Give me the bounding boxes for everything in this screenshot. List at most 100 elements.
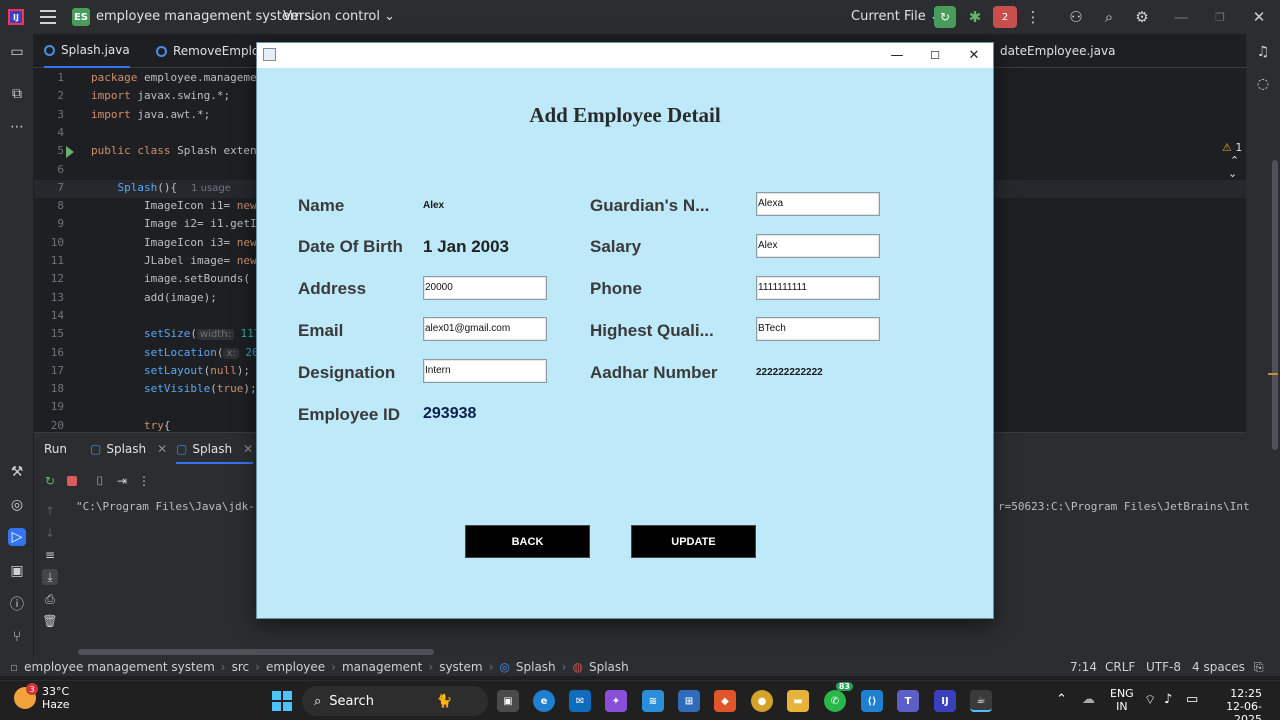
problems-icon[interactable]: ⓘ (8, 595, 26, 613)
git-icon[interactable]: ⑂ (8, 628, 26, 646)
indent-setting[interactable]: 4 spaces (1192, 660, 1245, 674)
code-line[interactable]: setSize(width: 117 (91, 327, 260, 341)
clock[interactable]: 12:25 12-06-2025 (1212, 687, 1262, 720)
more-options-icon[interactable]: ⋮ (136, 473, 152, 489)
file-explorer-icon[interactable]: ▬ (787, 690, 809, 712)
tray-overflow-chevron-icon[interactable]: ⌃ (1056, 692, 1067, 707)
language-indicator[interactable]: ENG IN (1110, 687, 1134, 713)
notifications-bell-icon[interactable]: ♫ (1254, 43, 1272, 61)
address-field[interactable]: 20000 (423, 276, 547, 300)
code-line[interactable]: JLabel image= new (91, 254, 257, 267)
code-line[interactable]: setVisible(true); (91, 382, 257, 395)
settings-gear-icon[interactable]: ⚙ (1133, 8, 1151, 26)
weather-widget[interactable]: 3 33°C Haze (14, 683, 70, 711)
rerun-icon[interactable]: ↻ (934, 6, 956, 28)
stop-icon[interactable] (64, 473, 80, 489)
code-line[interactable]: package employee.manageme (91, 71, 257, 84)
usage-hint[interactable]: 1 usage (191, 183, 231, 194)
edge-browser-icon[interactable]: e (533, 690, 555, 712)
crumb-method[interactable]: Splash (589, 660, 629, 674)
more-actions-icon[interactable]: ⋮ (1024, 8, 1042, 26)
mysql-icon[interactable]: ≋ (642, 690, 664, 712)
run-tool-icon[interactable]: ▷ (8, 528, 26, 546)
code-line[interactable]: Image i2= i1.getI (91, 217, 257, 230)
close-icon[interactable]: ✕ (157, 442, 167, 456)
update-button[interactable]: UPDATE (631, 525, 756, 558)
crumb-src[interactable]: src (232, 660, 250, 674)
code-line[interactable]: setLocation(x: 20 (91, 346, 259, 359)
crumb-project[interactable]: employee management system (24, 660, 215, 674)
version-control-menu[interactable]: Version control ⌄ (283, 9, 395, 24)
teams-icon[interactable]: T (897, 690, 919, 712)
print-icon[interactable]: ⎙ (42, 591, 58, 607)
code-line[interactable]: import javax.swing.*; (91, 89, 230, 102)
tab-splash-java[interactable]: Splash.java (44, 34, 130, 68)
outlook-icon[interactable]: ✉ (569, 690, 591, 712)
inspection-widget[interactable]: ⚠ 1 ⌃ ⌄ (1222, 141, 1246, 180)
crumb-management[interactable]: management (342, 660, 422, 674)
close-icon[interactable]: ✕ (1250, 8, 1268, 26)
arrow-down-icon[interactable]: ↓ (42, 525, 58, 541)
phone-field[interactable]: 1111111111 (756, 276, 880, 300)
dialog-minimize-icon[interactable]: — (887, 45, 907, 65)
more-tools-icon[interactable]: ⋯ (8, 118, 26, 136)
code-line[interactable]: try{ (91, 419, 171, 432)
project-folder-icon[interactable]: ▭ (8, 43, 26, 61)
run-config-selector[interactable]: Current File ⌄ (851, 9, 941, 24)
windows-start-icon[interactable] (272, 691, 292, 711)
lock-icon[interactable]: ⎘ (1254, 660, 1264, 675)
project-badge[interactable]: ES (72, 8, 90, 26)
trash-icon[interactable]: 🗑 (42, 613, 58, 629)
copilot-icon[interactable]: ✦ (605, 690, 627, 712)
search-icon[interactable]: ⌕ (1100, 8, 1118, 26)
run-tab-splash-2[interactable]: ▢ Splash ✕ (176, 442, 254, 464)
code-line[interactable]: Splash(){1 usage (91, 181, 231, 194)
onedrive-off-icon[interactable]: ☁ (1082, 692, 1095, 707)
structure-icon[interactable]: ⧉ (8, 85, 26, 103)
main-menu-icon[interactable] (40, 10, 56, 24)
designation-field[interactable]: Intern (423, 359, 547, 383)
guardian-name-field[interactable]: Alexa (756, 192, 880, 216)
debug-icon[interactable]: ✱ (966, 8, 984, 26)
code-line[interactable]: import java.awt.*; (91, 108, 210, 121)
code-line[interactable]: add(image); (91, 291, 217, 304)
intellij-taskbar-icon[interactable]: IJ (934, 690, 956, 712)
taskbar-search[interactable]: ⌕ Search 🐈 (302, 686, 488, 716)
wifi-icon[interactable]: ⌔ (1144, 692, 1156, 708)
chrome-icon[interactable]: ● (751, 690, 773, 712)
rerun-icon[interactable]: ↻ (42, 473, 58, 489)
salary-field[interactable]: Alex (756, 234, 880, 258)
battery-icon[interactable]: ▭ (1186, 692, 1198, 707)
dialog-maximize-icon[interactable]: ☐ (925, 45, 945, 65)
task-view-icon[interactable]: ▣ (497, 690, 519, 712)
soft-wrap-icon[interactable]: ≡ (42, 547, 58, 563)
volume-icon[interactable]: ♪ (1164, 692, 1172, 707)
scroll-to-end-icon[interactable]: ⤓ (42, 569, 58, 585)
close-icon[interactable]: ✕ (243, 442, 253, 456)
code-line[interactable]: image.setBounds( (91, 272, 250, 285)
code-line[interactable]: public class Splash exten (91, 144, 257, 157)
chevron-down-icon[interactable]: ⌄ (1228, 167, 1237, 180)
code-line[interactable]: ImageIcon i1= new (91, 199, 257, 212)
screenshot-icon[interactable]: ⌷ (92, 473, 108, 489)
console-horizontal-scrollbar[interactable] (78, 649, 434, 655)
email-field[interactable]: alex01@gmail.com (423, 317, 547, 341)
line-separator[interactable]: CRLF (1105, 660, 1135, 674)
crumb-employee[interactable]: employee (266, 660, 325, 674)
stop-button[interactable]: 2 (993, 6, 1017, 28)
crumb-system[interactable]: system (439, 660, 482, 674)
run-tab-splash-1[interactable]: ▢ Splash ✕ (90, 442, 167, 456)
run-gutter-icon[interactable] (66, 146, 74, 158)
brave-browser-icon[interactable]: ◆ (714, 690, 736, 712)
ai-assistant-icon[interactable]: ◌ (1254, 75, 1272, 93)
dialog-title-bar[interactable]: — ☐ ✕ (257, 43, 993, 68)
add-user-icon[interactable]: ⚇ (1067, 8, 1085, 26)
caret-position[interactable]: 7:14 (1070, 660, 1097, 674)
java-app-icon[interactable]: ☕ (970, 690, 992, 712)
tab-updateemployee-java[interactable]: dateEmployee.java (1000, 34, 1115, 68)
build-icon[interactable]: ⚒ (8, 463, 26, 481)
store-icon[interactable]: ⊞ (678, 690, 700, 712)
whatsapp-icon[interactable]: ✆ 83 (824, 682, 853, 712)
code-line[interactable]: ImageIcon i3= new (91, 236, 257, 249)
vscode-icon[interactable]: ⟨⟩ (861, 690, 883, 712)
